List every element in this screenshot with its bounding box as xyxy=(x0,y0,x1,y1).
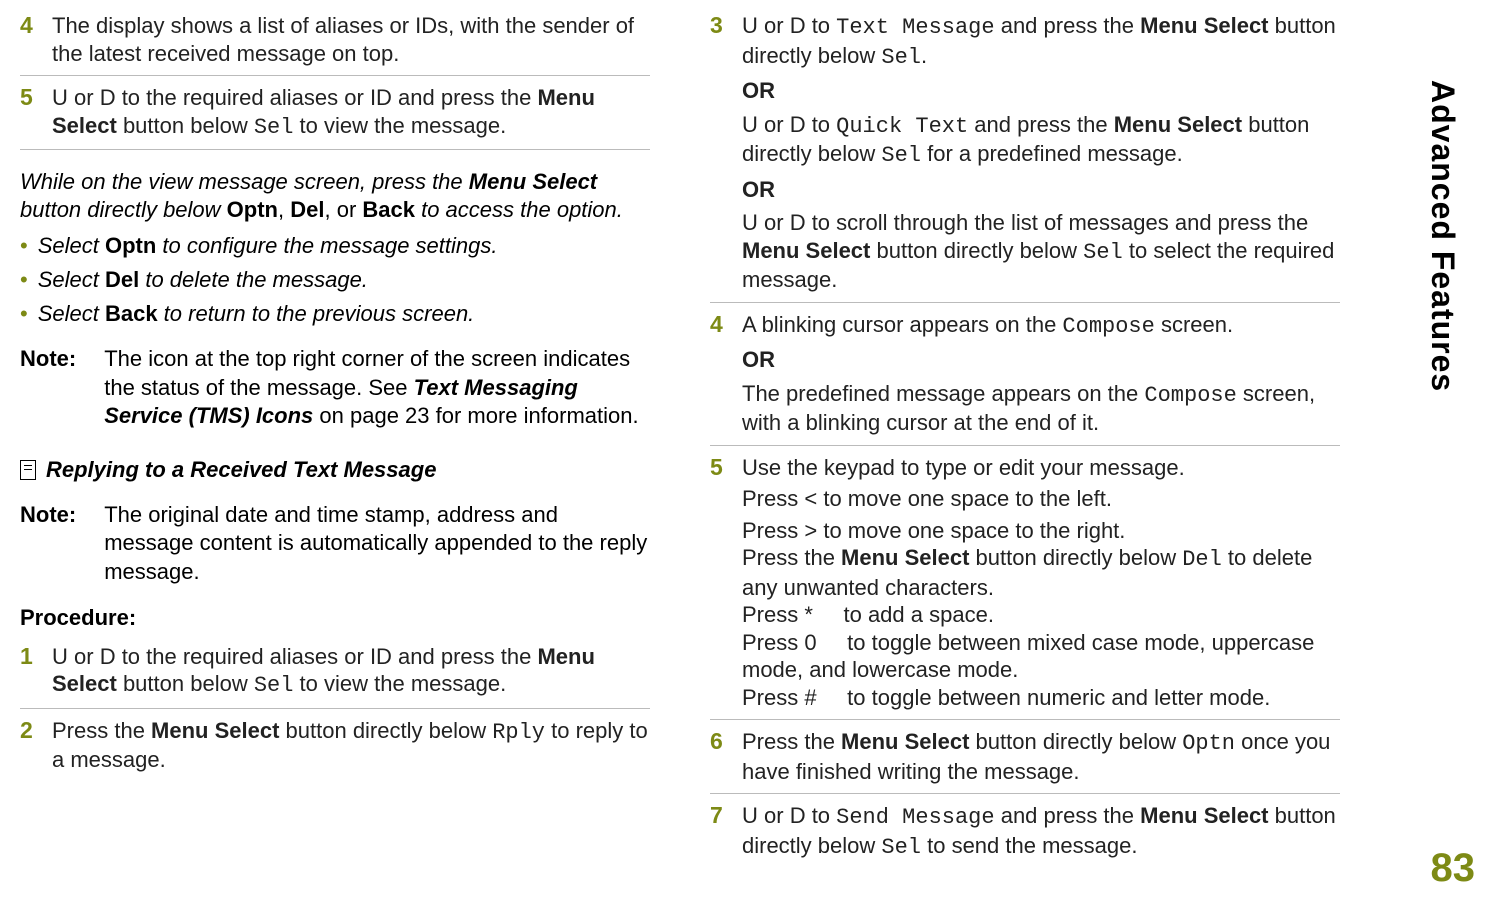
step-body: U or D to Text Message and press the Men… xyxy=(742,12,1340,294)
step-number: 5 xyxy=(710,454,728,712)
procedure-label: Procedure: xyxy=(20,605,650,631)
step-number: 3 xyxy=(710,12,728,294)
bullet-text: Select Del to delete the message. xyxy=(38,267,368,293)
bullet-1: • Select Optn to configure the message s… xyxy=(20,233,650,259)
left-column: 4 The display shows a list of aliases or… xyxy=(20,6,650,871)
view-para: While on the view message screen, press … xyxy=(20,168,650,223)
step-4: 4 A blinking cursor appears on the Compo… xyxy=(710,305,1340,446)
step-body: Use the keypad to type or edit your mess… xyxy=(742,454,1340,712)
step-number: 5 xyxy=(20,84,38,141)
step-text: The display shows a list of aliases or I… xyxy=(52,12,650,67)
bullet-3: • Select Back to return to the previous … xyxy=(20,301,650,327)
bullet-dot-icon: • xyxy=(20,267,28,293)
note-2: Note: The original date and time stamp, … xyxy=(20,501,650,587)
step-4: 4 The display shows a list of aliases or… xyxy=(20,6,650,76)
step-body: U or D to Send Message and press the Men… xyxy=(742,802,1340,861)
bullet-dot-icon: • xyxy=(20,301,28,327)
note-body: The original date and time stamp, addres… xyxy=(104,501,650,587)
step-7: 7 U or D to Send Message and press the M… xyxy=(710,796,1340,869)
step-body: U or D to the required aliases or ID and… xyxy=(52,643,650,700)
step-number: 6 xyxy=(710,728,728,785)
step-body: A blinking cursor appears on the Compose… xyxy=(742,311,1340,437)
step-body: U or D to the required aliases or ID and… xyxy=(52,84,650,141)
u-key: U xyxy=(742,13,758,38)
section-icon xyxy=(20,460,36,480)
section-heading: Replying to a Received Text Message xyxy=(20,457,650,483)
page: 4 The display shows a list of aliases or… xyxy=(0,0,1505,877)
step-5: 5 Use the keypad to type or edit your me… xyxy=(710,448,1340,721)
u-key: U xyxy=(742,803,758,828)
left-key: < xyxy=(804,486,817,511)
bullet-text: Select Optn to configure the message set… xyxy=(38,233,498,259)
u-key: U xyxy=(52,644,68,669)
bullet-dot-icon: • xyxy=(20,233,28,259)
bullet-2: • Select Del to delete the message. xyxy=(20,267,650,293)
d-key: D xyxy=(100,85,116,110)
side-title: Advanced Features xyxy=(1424,80,1461,392)
hash-key: # xyxy=(804,685,816,710)
note-body: The icon at the top right corner of the … xyxy=(104,345,650,431)
d-key: D xyxy=(790,803,806,828)
note-label: Note: xyxy=(20,501,76,587)
note-label: Note: xyxy=(20,345,76,431)
step-body: Press the Menu Select button directly be… xyxy=(52,717,650,774)
step-number: 7 xyxy=(710,802,728,861)
step-6: 6 Press the Menu Select button directly … xyxy=(710,722,1340,794)
or-label: OR xyxy=(742,77,1340,105)
note-1: Note: The icon at the top right corner o… xyxy=(20,345,650,431)
star-key: * xyxy=(804,602,813,627)
d-key: D xyxy=(790,210,806,235)
step-number: 1 xyxy=(20,643,38,700)
d-key: D xyxy=(100,644,116,669)
right-key: > xyxy=(804,518,817,543)
bullet-text: Select Back to return to the previous sc… xyxy=(38,301,475,327)
step-number: 2 xyxy=(20,717,38,774)
or-label: OR xyxy=(742,176,1340,204)
u-key: U xyxy=(52,85,68,110)
d-key: D xyxy=(790,13,806,38)
step-5: 5 U or D to the required aliases or ID a… xyxy=(20,78,650,150)
page-number: 83 xyxy=(1431,846,1476,891)
zero-key: 0 xyxy=(804,632,816,654)
step-3: 3 U or D to Text Message and press the M… xyxy=(710,6,1340,303)
step-number: 4 xyxy=(710,311,728,437)
u-key: U xyxy=(742,210,758,235)
proc-step-2: 2 Press the Menu Select button directly … xyxy=(20,711,650,782)
or-label: OR xyxy=(742,346,1340,374)
right-column: 3 U or D to Text Message and press the M… xyxy=(710,6,1340,871)
u-key: U xyxy=(742,112,758,137)
d-key: D xyxy=(790,112,806,137)
step-body: Press the Menu Select button directly be… xyxy=(742,728,1340,785)
proc-step-1: 1 U or D to the required aliases or ID a… xyxy=(20,637,650,709)
step-number: 4 xyxy=(20,12,38,67)
